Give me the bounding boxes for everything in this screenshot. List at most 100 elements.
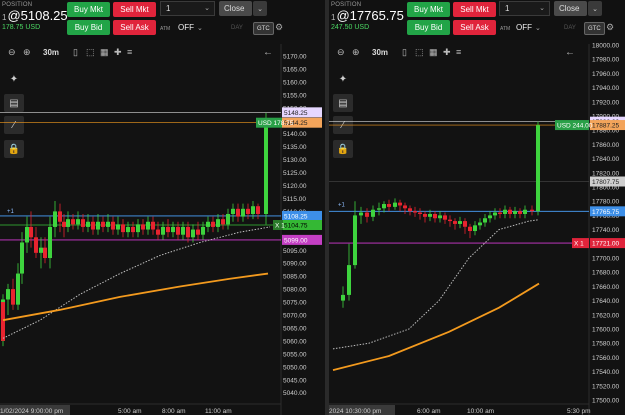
candle bbox=[341, 294, 345, 301]
candle bbox=[236, 208, 240, 217]
candle bbox=[353, 215, 357, 266]
candle bbox=[393, 202, 397, 207]
candle bbox=[493, 212, 497, 216]
tag-stop-price: 5099.00 bbox=[284, 237, 308, 244]
candle bbox=[131, 226, 135, 233]
candle bbox=[463, 221, 467, 227]
time-tick-label: 5:00 am bbox=[118, 408, 142, 415]
price-tick-label: 5075.00 bbox=[283, 300, 307, 307]
candle bbox=[171, 226, 175, 233]
price-tick-label: 17640.00 bbox=[592, 298, 619, 305]
candle bbox=[264, 123, 268, 214]
price-tick-label: 5170.00 bbox=[283, 54, 307, 61]
price-tick-label: 5095.00 bbox=[283, 248, 307, 255]
price-tick-label: 5160.00 bbox=[283, 79, 307, 86]
price-tick-label: 17540.00 bbox=[592, 369, 619, 376]
price-tick-label: 17980.00 bbox=[592, 57, 619, 64]
price-tick-label: 5040.00 bbox=[283, 390, 307, 397]
price-tick-label: 5080.00 bbox=[283, 287, 307, 294]
tag-x-order: X 1 bbox=[574, 241, 584, 248]
candle bbox=[91, 221, 95, 230]
tag-top-level: 5148.25 bbox=[284, 110, 308, 117]
tag-open-pnl: USD 178.75 bbox=[258, 120, 294, 127]
price-tick-label: 17520.00 bbox=[592, 383, 619, 390]
candle bbox=[387, 204, 391, 207]
candle bbox=[256, 206, 260, 214]
candle bbox=[359, 212, 363, 216]
price-tick-label: 17840.00 bbox=[592, 156, 619, 163]
price-tick-label: 5125.00 bbox=[283, 170, 307, 177]
candle bbox=[503, 209, 507, 214]
candle bbox=[62, 221, 66, 227]
price-tick-label: 5130.00 bbox=[283, 157, 307, 164]
tag-stop-price: 17721.00 bbox=[592, 241, 619, 248]
tag-position-price: 17765.75 bbox=[592, 209, 619, 216]
time-tick-label: 2024 10:30:00 pm bbox=[329, 408, 381, 415]
candle bbox=[76, 219, 80, 225]
price-tick-label: 5140.00 bbox=[283, 131, 307, 138]
price-tick-label: 17940.00 bbox=[592, 85, 619, 92]
candle bbox=[186, 226, 190, 238]
candle bbox=[498, 212, 502, 214]
candle bbox=[231, 208, 235, 214]
candle bbox=[6, 289, 10, 300]
candle bbox=[371, 209, 375, 217]
candle bbox=[513, 211, 517, 214]
candle bbox=[161, 226, 165, 235]
time-tick-label: 11:00 am bbox=[205, 408, 232, 415]
price-tick-label: 5065.00 bbox=[283, 325, 307, 332]
price-tick-label: 17620.00 bbox=[592, 312, 619, 319]
candle bbox=[483, 218, 487, 223]
candle bbox=[438, 215, 442, 219]
candle bbox=[71, 219, 75, 225]
candle bbox=[141, 224, 145, 230]
candle bbox=[196, 229, 200, 235]
candle bbox=[488, 215, 492, 219]
candle bbox=[377, 208, 381, 210]
price-tick-label: 5165.00 bbox=[283, 66, 307, 73]
candle bbox=[365, 212, 369, 217]
moving-average-slow bbox=[332, 282, 540, 372]
time-tick-label: 6:00 am bbox=[417, 408, 441, 415]
tag-gray-level: 17807.75 bbox=[592, 179, 619, 186]
price-tick-label: 17580.00 bbox=[592, 341, 619, 348]
candle bbox=[221, 219, 225, 225]
moving-average-slow bbox=[2, 272, 269, 322]
candle bbox=[121, 224, 125, 233]
candle bbox=[16, 273, 20, 305]
price-chart-right[interactable]: 18000.00 17980.00 17960.00 17940.00 17920.00… bbox=[329, 0, 625, 415]
price-tick-label: 17500.00 bbox=[592, 398, 619, 405]
candle bbox=[216, 219, 220, 227]
price-tick-label: 17860.00 bbox=[592, 142, 619, 149]
candle bbox=[443, 215, 447, 220]
candle bbox=[34, 237, 38, 253]
price-tick-label: 17680.00 bbox=[592, 270, 619, 277]
candle bbox=[86, 221, 90, 227]
candle bbox=[29, 226, 33, 238]
candle bbox=[523, 209, 527, 214]
candle bbox=[116, 224, 120, 230]
candle bbox=[146, 221, 150, 230]
price-tick-label: 17660.00 bbox=[592, 284, 619, 291]
candle bbox=[206, 221, 210, 227]
price-chart-left[interactable]: 5170.005165.005160.005155.005150.005145.… bbox=[0, 0, 325, 415]
price-tick-label: 5045.00 bbox=[283, 377, 307, 384]
time-tick-label: 10:00 am bbox=[467, 408, 494, 415]
candle bbox=[96, 221, 100, 230]
price-tick-label: 5055.00 bbox=[283, 351, 307, 358]
candle bbox=[156, 229, 160, 235]
candle bbox=[25, 226, 29, 243]
candle bbox=[251, 206, 255, 214]
candle bbox=[181, 226, 185, 235]
chart-panel-right: POSITION 1@17765.75 247.50 USD Buy Mkt S… bbox=[329, 0, 625, 415]
price-tick-label: 17740.00 bbox=[592, 227, 619, 234]
candle bbox=[398, 202, 402, 206]
tag-position-price: 5108.25 bbox=[284, 213, 308, 220]
time-tick-label: 1/02/2024 9:00:00 pm bbox=[0, 408, 63, 415]
price-tick-label: 17600.00 bbox=[592, 327, 619, 334]
candle bbox=[458, 221, 462, 224]
candle bbox=[48, 226, 52, 259]
candle bbox=[423, 213, 427, 217]
tag-last-price: 5104.75 bbox=[284, 222, 308, 229]
price-tick-label: 5155.00 bbox=[283, 92, 307, 99]
